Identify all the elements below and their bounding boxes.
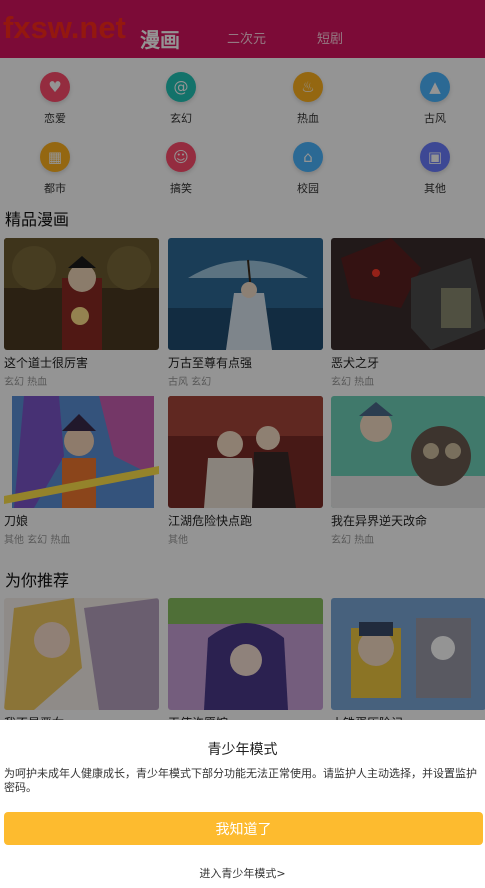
dialog-title: 青少年模式: [207, 742, 278, 758]
enter-teen-mode-link[interactable]: 进入青少年模式>: [0, 865, 485, 881]
confirm-button[interactable]: 我知道了: [4, 812, 483, 845]
dialog-description: 为呵护未成年人健康成长，青少年模式下部分功能无法正常使用。请监护人主动选择，并设…: [4, 767, 477, 794]
teen-mode-dialog: 青少年模式 为呵护未成年人健康成长，青少年模式下部分功能无法正常使用。请监护人主…: [0, 720, 485, 888]
modal-backdrop[interactable]: [0, 0, 485, 720]
